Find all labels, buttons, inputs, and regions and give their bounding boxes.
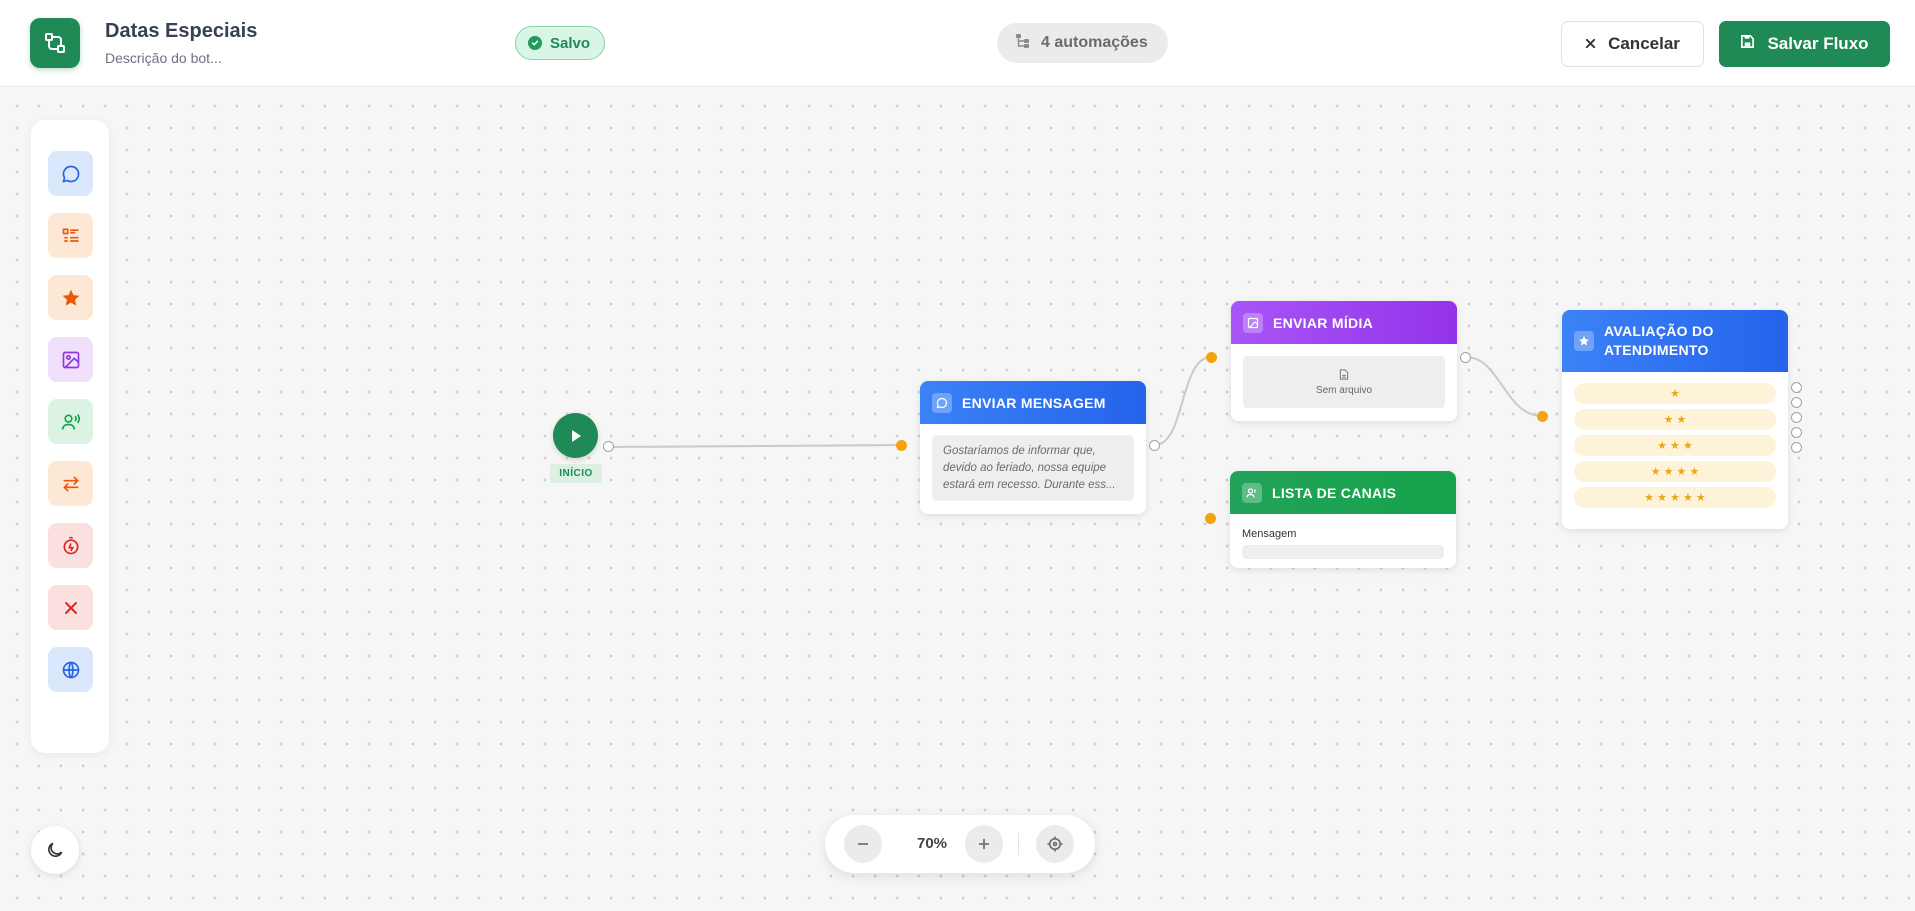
- agent-voice-icon: [1242, 482, 1262, 503]
- flow-title[interactable]: Datas Especiais: [105, 20, 257, 43]
- send-message-preview: Gostaríamos de informar que, devido ao f…: [932, 435, 1134, 501]
- top-bar: Datas Especiais Descrição do bot... Salv…: [0, 0, 1915, 87]
- rating-node[interactable]: AVALIAÇÃO DO ATENDIMENTO ★ ★ ★ ★ ★ ★ ★ ★…: [1562, 310, 1788, 529]
- channel-list-message-input[interactable]: [1242, 545, 1444, 559]
- add-message-node-button[interactable]: [48, 151, 93, 196]
- media-dropzone[interactable]: Sem arquivo: [1243, 356, 1445, 408]
- flow-description[interactable]: Descrição do bot...: [105, 50, 222, 66]
- star-icon: [62, 289, 79, 306]
- save-status-badge: Salvo: [515, 26, 606, 60]
- send-media-title: ENVIAR MÍDIA: [1273, 314, 1374, 331]
- send-media-input-port[interactable]: [1206, 352, 1217, 363]
- send-media-node[interactable]: ENVIAR MÍDIA Sem arquivo: [1231, 301, 1457, 421]
- add-rating-node-button[interactable]: [48, 275, 93, 320]
- check-circle-icon: [528, 36, 542, 50]
- rating-header: AVALIAÇÃO DO ATENDIMENTO: [1562, 310, 1788, 372]
- recenter-button[interactable]: [1036, 825, 1074, 863]
- rating-output-port-4[interactable]: [1791, 427, 1802, 438]
- send-media-output-port[interactable]: [1460, 352, 1471, 363]
- add-list-node-button[interactable]: [48, 213, 93, 258]
- channel-list-input-port[interactable]: [1205, 513, 1216, 524]
- send-message-node[interactable]: ENVIAR MENSAGEM Gostaríamos de informar …: [920, 381, 1146, 514]
- rating-output-port-1[interactable]: [1791, 382, 1802, 393]
- zoom-divider: [1018, 833, 1019, 855]
- send-message-output-port[interactable]: [1149, 440, 1160, 451]
- rating-output-port-2[interactable]: [1791, 397, 1802, 408]
- save-flow-button[interactable]: Salvar Fluxo: [1719, 21, 1890, 67]
- moon-icon: [48, 842, 63, 857]
- media-empty-label: Sem arquivo: [1315, 384, 1373, 396]
- rating-input-port[interactable]: [1537, 411, 1548, 422]
- chat-bubble-icon: [932, 392, 952, 413]
- automations-count-pill[interactable]: 4 automações: [997, 23, 1168, 63]
- file-icon: [1339, 368, 1349, 380]
- add-media-node-button[interactable]: [48, 337, 93, 382]
- send-media-header: ENVIAR MÍDIA: [1231, 301, 1457, 344]
- rating-output-port-5[interactable]: [1791, 442, 1802, 453]
- automations-count-label: 4 automações: [1041, 34, 1148, 51]
- rating-option-5[interactable]: ★ ★ ★ ★ ★: [1574, 487, 1776, 508]
- close-icon: [64, 601, 77, 614]
- zoom-in-button[interactable]: [965, 825, 1003, 863]
- rating-option-1[interactable]: ★: [1574, 383, 1776, 404]
- timer-icon: [63, 536, 78, 554]
- add-webhook-node-button[interactable]: [48, 647, 93, 692]
- node-palette: [31, 120, 109, 753]
- play-icon: [571, 429, 581, 442]
- start-output-port[interactable]: [603, 441, 614, 452]
- rating-option-2[interactable]: ★ ★: [1574, 409, 1776, 430]
- transfer-arrows-icon: [62, 476, 79, 491]
- start-node-label: INÍCIO: [550, 464, 602, 483]
- add-transfer-node-button[interactable]: [48, 461, 93, 506]
- globe-icon: [62, 661, 79, 678]
- list-icon: [62, 228, 78, 242]
- channel-list-field-label: Mensagem: [1242, 528, 1297, 540]
- zoom-level: 70%: [916, 835, 948, 852]
- channel-list-header: LISTA DE CANAIS: [1230, 471, 1456, 514]
- cancel-button-label: Cancelar: [1608, 34, 1680, 53]
- send-message-header: ENVIAR MENSAGEM: [920, 381, 1146, 424]
- channel-list-title: LISTA DE CANAIS: [1272, 484, 1397, 501]
- rating-title: AVALIAÇÃO DO ATENDIMENTO: [1604, 323, 1714, 358]
- minus-icon: [858, 843, 868, 845]
- cancel-button[interactable]: Cancelar: [1561, 21, 1704, 67]
- save-status-label: Salvo: [550, 34, 591, 52]
- add-end-node-button[interactable]: [48, 585, 93, 630]
- crosshair-icon: [1047, 836, 1063, 852]
- image-icon: [62, 351, 79, 368]
- hierarchy-icon: [1015, 33, 1031, 54]
- floppy-disk-icon: [1740, 34, 1755, 54]
- save-flow-button-label: Salvar Fluxo: [1767, 34, 1869, 53]
- rating-output-port-3[interactable]: [1791, 412, 1802, 423]
- plus-icon: [979, 839, 989, 849]
- zoom-controls: 70%: [825, 815, 1095, 873]
- channel-list-node[interactable]: LISTA DE CANAIS Mensagem: [1230, 471, 1456, 568]
- close-icon: [1585, 34, 1596, 54]
- add-timer-node-button[interactable]: [48, 523, 93, 568]
- theme-toggle-button[interactable]: [31, 826, 79, 874]
- start-node[interactable]: [553, 413, 598, 458]
- rating-option-3[interactable]: ★ ★ ★: [1574, 435, 1776, 456]
- add-agent-node-button[interactable]: [48, 399, 93, 444]
- rating-option-4[interactable]: ★ ★ ★ ★: [1574, 461, 1776, 482]
- agent-voice-icon: [61, 413, 80, 430]
- zoom-out-button[interactable]: [844, 825, 882, 863]
- image-icon: [1243, 312, 1263, 333]
- send-message-title: ENVIAR MENSAGEM: [962, 394, 1106, 411]
- flow-logo-icon: [30, 18, 80, 68]
- send-message-input-port[interactable]: [896, 440, 907, 451]
- chat-bubble-icon: [61, 165, 79, 183]
- star-icon: [1574, 331, 1594, 351]
